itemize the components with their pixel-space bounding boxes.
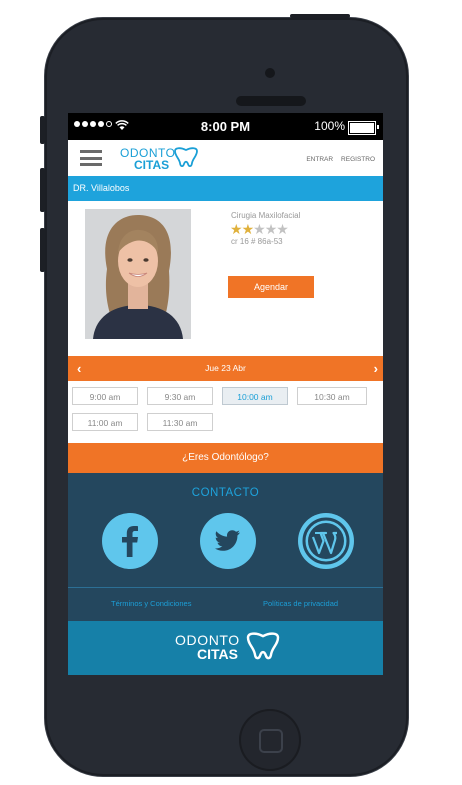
schedule-button[interactable]: Agendar — [228, 276, 314, 298]
time-slot-selected[interactable]: 10:00 am — [222, 387, 288, 405]
contact-section: CONTACTO — [68, 473, 383, 588]
tooth-icon — [174, 147, 198, 168]
star-empty-icon: ★ — [253, 221, 266, 237]
phone-screen: 8:00 PM 100% ODONTO CITAS ENTRAR REGISTR… — [68, 113, 383, 675]
doctor-photo — [85, 209, 191, 339]
register-link[interactable]: REGISTRO — [341, 156, 375, 163]
logo-text-bottom: CITAS — [134, 158, 170, 172]
menu-icon[interactable] — [80, 150, 102, 166]
doctor-name-bar: DR. Villalobos — [68, 176, 383, 201]
battery-percentage: 100% — [314, 119, 345, 133]
home-button[interactable] — [239, 709, 301, 771]
time-slot[interactable]: 11:30 am — [147, 413, 213, 431]
star-filled-icon: ★ — [241, 221, 255, 237]
footer-logo-text-top: ODONTO — [175, 632, 240, 648]
star-empty-icon: ★ — [264, 221, 278, 237]
time-slot[interactable]: 11:00 am — [72, 413, 138, 431]
chevron-left-icon[interactable]: ‹ — [77, 356, 81, 381]
legal-links: Términos y Condiciones Políticas de priv… — [68, 588, 383, 621]
footer-logo: ODONTO CITAS — [175, 633, 240, 661]
mute-switch — [40, 116, 45, 144]
status-bar: 8:00 PM 100% — [68, 113, 383, 140]
doctor-specialty: Cirugia Maxilofacial — [231, 211, 301, 220]
time-slot[interactable]: 9:30 am — [147, 387, 213, 405]
app-header: ODONTO CITAS ENTRAR REGISTRO — [68, 140, 383, 176]
time-slot[interactable]: 9:00 am — [72, 387, 138, 405]
date-navigator: ‹ Jue 23 Abr › — [68, 356, 383, 381]
earpiece-speaker — [236, 96, 306, 106]
time-slot[interactable]: 10:30 am — [297, 387, 367, 405]
time-slot-grid: 9:00 am 9:30 am 10:00 am 10:30 am 11:00 … — [68, 381, 383, 443]
contact-title: CONTACTO — [191, 487, 260, 499]
power-button — [290, 14, 350, 18]
selected-date: Jue 23 Abr — [205, 363, 246, 373]
login-link[interactable]: ENTRAR — [306, 156, 333, 163]
app-logo[interactable]: ODONTO CITAS — [120, 147, 175, 171]
tooth-icon — [246, 632, 280, 660]
terms-link[interactable]: Términos y Condiciones — [111, 599, 191, 608]
battery-icon — [348, 121, 379, 135]
doctor-address: cr 16 # 86a-53 — [231, 237, 283, 246]
twitter-icon[interactable] — [200, 513, 256, 569]
footer-logo-text-bottom: CITAS — [197, 646, 238, 662]
dentist-cta-button[interactable]: ¿Eres Odontólogo? — [68, 443, 383, 473]
facebook-icon[interactable] — [102, 513, 158, 569]
footer: ODONTO CITAS — [68, 621, 383, 675]
star-filled-icon: ★ — [230, 221, 243, 237]
wordpress-icon[interactable] — [298, 513, 354, 569]
volume-down-button — [40, 228, 45, 272]
rating-stars: ★★★★★ — [230, 221, 289, 238]
doctor-profile: Cirugia Maxilofacial ★★★★★ cr 16 # 86a-5… — [68, 201, 383, 356]
volume-up-button — [40, 168, 45, 212]
chevron-right-icon[interactable]: › — [374, 356, 378, 381]
front-camera — [265, 68, 275, 78]
app-viewport: ODONTO CITAS ENTRAR REGISTRO DR. Villalo… — [68, 140, 383, 675]
privacy-link[interactable]: Políticas de privacidad — [263, 599, 338, 608]
star-empty-icon: ★ — [276, 221, 289, 237]
doctor-name: DR. Villalobos — [73, 183, 130, 193]
